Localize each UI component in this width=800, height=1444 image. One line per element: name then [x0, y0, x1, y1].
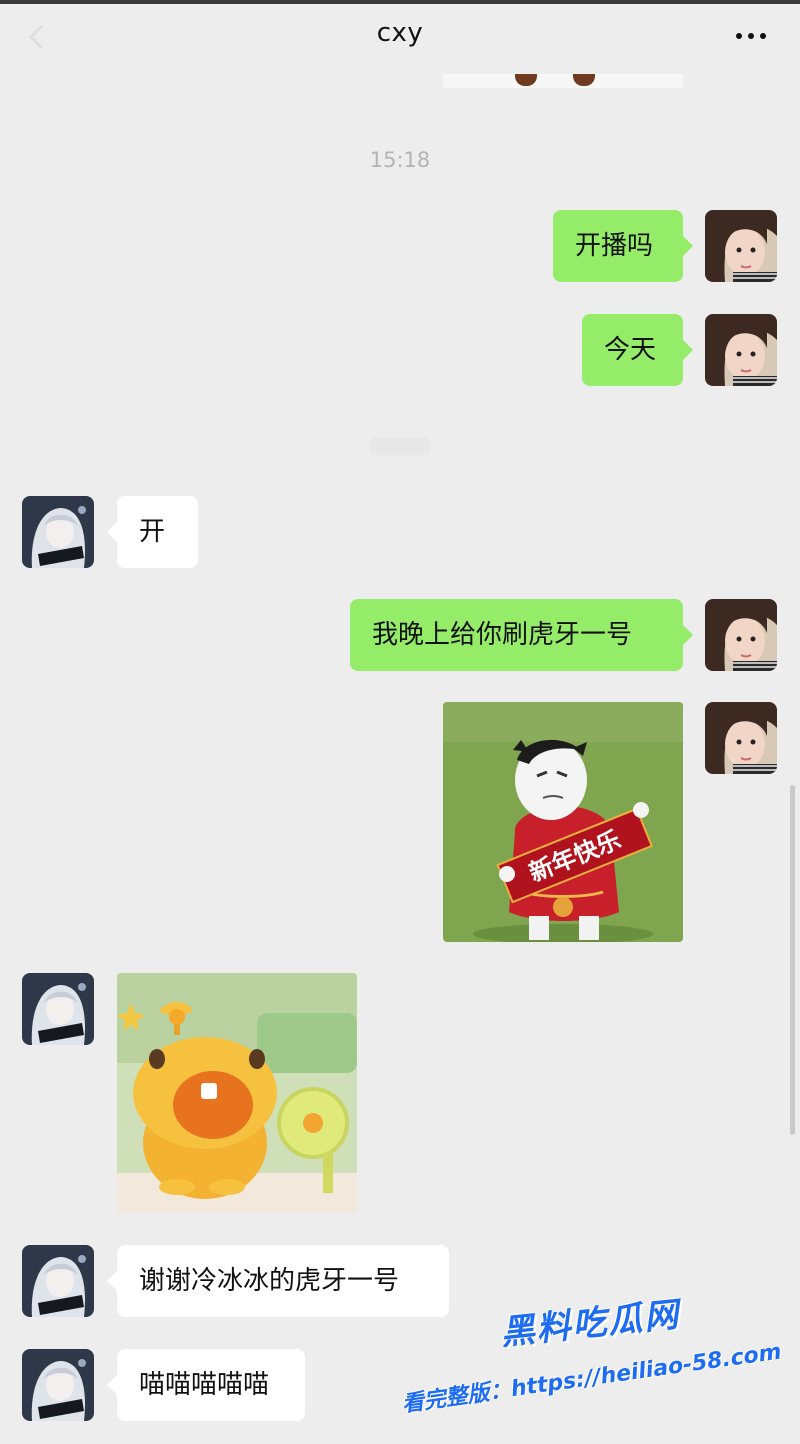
- cow-new-year-sticker[interactable]: 新年快乐: [443, 702, 683, 942]
- watermark: 黑料吃瓜网 看完整版：https://heiliao-58.com: [380, 1290, 800, 1440]
- avatar-contact[interactable]: [22, 1349, 94, 1421]
- chat-header: cxy: [0, 0, 800, 74]
- yellow-creature-sticker[interactable]: [117, 973, 357, 1213]
- message-timestamp: 15:18: [369, 148, 431, 172]
- faint-timestamp: [370, 437, 430, 455]
- girl-avatar-icon: [705, 210, 777, 282]
- message-bubble-received[interactable]: 喵喵喵喵喵: [107, 1349, 305, 1421]
- message-bubble-sent[interactable]: 开播吗: [553, 210, 693, 282]
- avatar-contact[interactable]: [22, 496, 94, 568]
- chat-title: cxy: [376, 18, 424, 48]
- chat-scrollbar[interactable]: [790, 785, 795, 1135]
- anime-avatar-icon: [22, 496, 94, 568]
- avatar-self[interactable]: [705, 210, 777, 282]
- status-strip: [0, 0, 800, 4]
- anime-avatar-icon: [22, 1349, 94, 1421]
- avatar-self[interactable]: [705, 702, 777, 774]
- girl-avatar-icon: [705, 314, 777, 386]
- avatar-contact[interactable]: [22, 1245, 94, 1317]
- anime-avatar-icon: [22, 973, 94, 1045]
- message-bubble-received[interactable]: 开: [107, 496, 198, 568]
- avatar-self[interactable]: [705, 599, 777, 671]
- watermark-brand: 黑料吃瓜网: [498, 1294, 682, 1354]
- more-dots-icon[interactable]: [736, 33, 768, 41]
- yellow-creature-icon: [117, 973, 357, 1213]
- message-bubble-sent[interactable]: 我晚上给你刷虎牙一号: [350, 599, 693, 671]
- watermark-url: 看完整版：https://heiliao-58.com: [400, 1339, 783, 1418]
- anime-avatar-icon: [22, 1245, 94, 1317]
- avatar-self[interactable]: [705, 314, 777, 386]
- cow-sticker-icon: 新年快乐: [443, 702, 683, 942]
- previous-image-fragment[interactable]: [443, 74, 683, 88]
- girl-avatar-icon: [705, 599, 777, 671]
- avatar-contact[interactable]: [22, 973, 94, 1045]
- girl-avatar-icon: [705, 702, 777, 774]
- message-bubble-sent[interactable]: 今天: [582, 314, 693, 386]
